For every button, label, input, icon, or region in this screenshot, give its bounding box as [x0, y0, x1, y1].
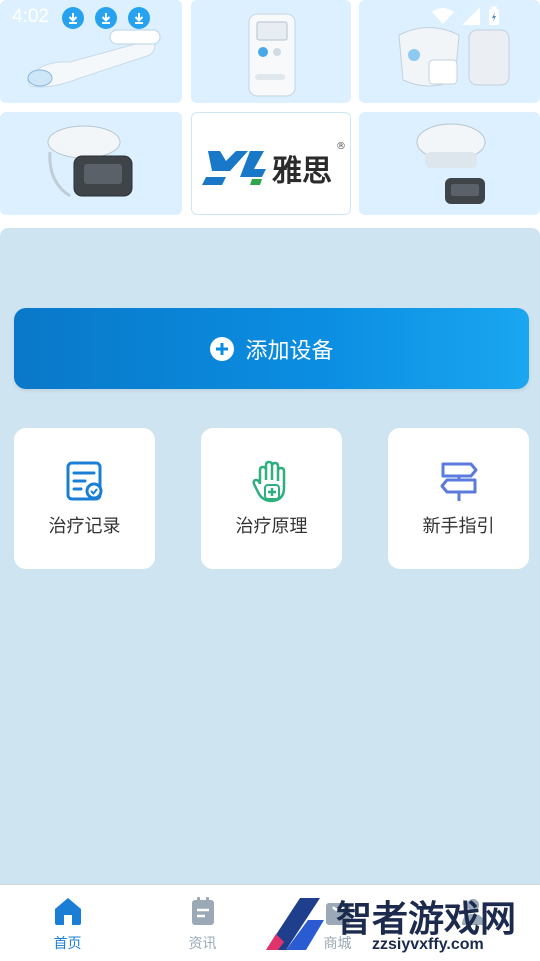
download-icon — [95, 7, 117, 29]
status-bar: 4:02 — [0, 0, 540, 34]
treatment-principle-label: 治疗原理 — [235, 516, 308, 537]
battery-icon — [489, 6, 499, 25]
plus-circle-icon — [210, 336, 235, 361]
record-icon — [66, 461, 102, 501]
watermark-url: zzsiyvxffy.com — [372, 936, 484, 953]
treatment-record-label: 治疗记录 — [48, 516, 121, 537]
registered-mark: ® — [336, 141, 346, 152]
treatment-record-card[interactable]: 治疗记录 — [14, 428, 155, 569]
brand-logo-tile[interactable]: 雅思 ® — [191, 112, 351, 215]
watermark-logo-image — [266, 898, 324, 950]
add-device-label: 添加设备 — [245, 338, 334, 364]
download-icon — [62, 7, 84, 29]
add-device-button[interactable]: 添加设备 — [14, 308, 529, 389]
treatment-principle-card[interactable]: 治疗原理 — [201, 428, 342, 569]
tab-news[interactable]: 资讯 — [135, 885, 270, 961]
tab-news-label: 资讯 — [188, 936, 217, 952]
download-icon — [128, 7, 150, 29]
wifi-icon — [432, 8, 454, 24]
watermark-title: 智者游戏网 — [336, 899, 517, 940]
status-right-icons — [432, 6, 500, 26]
signpost-icon — [440, 462, 477, 501]
beginner-guide-card[interactable]: 新手指引 — [388, 428, 529, 569]
signal-icon — [462, 7, 480, 25]
home-icon — [54, 898, 81, 925]
tab-home[interactable]: 首页 — [0, 885, 135, 961]
tab-home-label: 首页 — [53, 936, 82, 952]
product-tile-4[interactable] — [0, 112, 182, 215]
news-icon — [191, 897, 214, 925]
head-device-image — [416, 123, 486, 204]
watermark: 智者游戏网 zzsiyvxffy.com — [262, 888, 540, 960]
beginner-guide-label: 新手指引 — [422, 516, 495, 537]
head-massager-image — [47, 125, 133, 198]
status-time: 4:02 — [12, 6, 49, 27]
brand-name: 雅思 — [272, 154, 332, 189]
hand-plus-icon — [252, 460, 285, 503]
main-panel: 添加设备 治疗记录 治疗原理 新手指引 — [0, 228, 540, 884]
product-tile-6[interactable] — [359, 112, 540, 215]
